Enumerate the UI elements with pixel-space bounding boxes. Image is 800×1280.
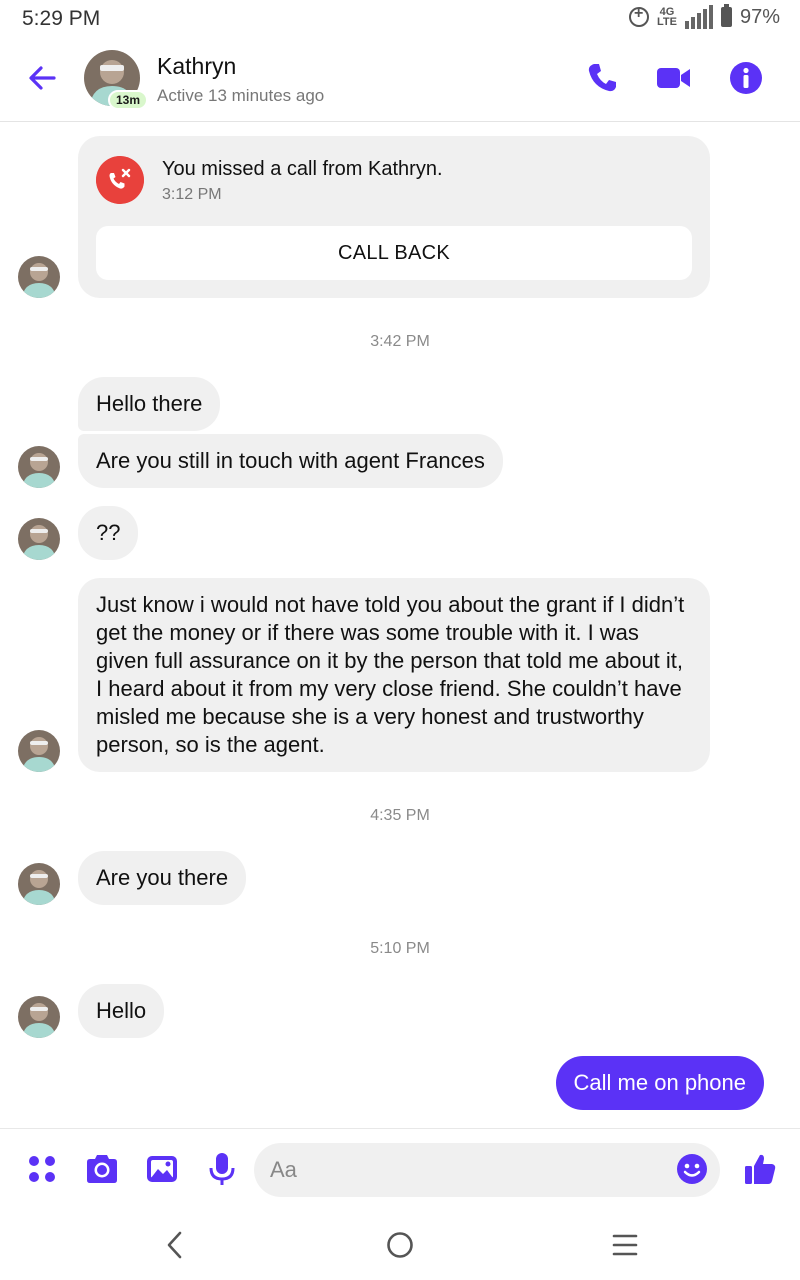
phone-call-icon[interactable]	[584, 60, 620, 96]
missed-call-card: You missed a call from Kathryn. 3:12 PM …	[78, 136, 710, 298]
sent-message-bubble[interactable]: Call me on phone	[555, 1056, 764, 1110]
message-bubble[interactable]: Hello	[78, 984, 165, 1038]
missed-call-text: You missed a call from Kathryn.	[162, 158, 443, 180]
back-arrow-icon[interactable]	[24, 60, 60, 96]
message-bubble[interactable]: Just know i would not have told you abou…	[78, 578, 710, 772]
message-input[interactable]	[254, 1143, 720, 1197]
missed-call-time: 3:12 PM	[162, 186, 222, 203]
contact-avatar-small[interactable]	[18, 446, 60, 488]
signal-icon	[684, 5, 713, 29]
message-bubble[interactable]: Are you there	[78, 851, 247, 905]
contact-avatar-small[interactable]	[18, 518, 60, 560]
message-bubble[interactable]: ??	[78, 506, 139, 560]
message-composer	[0, 1128, 800, 1210]
contact-avatar-small[interactable]	[18, 996, 60, 1038]
message-bubble[interactable]: Are you still in touch with agent France…	[78, 434, 503, 488]
contact-name[interactable]: Kathryn	[157, 53, 236, 80]
conversation-header: 13m Kathryn Active 13 minutes ago	[0, 38, 800, 122]
system-navigation-bar	[0, 1210, 800, 1280]
thumbs-up-icon[interactable]	[742, 1151, 778, 1187]
more-actions-icon[interactable]	[24, 1151, 60, 1187]
gallery-icon[interactable]	[144, 1151, 180, 1187]
contact-avatar-small[interactable]	[18, 863, 60, 905]
active-status: Active 13 minutes ago	[157, 86, 325, 105]
info-icon[interactable]	[728, 60, 764, 96]
nav-home-icon[interactable]	[380, 1228, 420, 1262]
status-bar: 5:29 PM 4GLTE 97%	[0, 0, 800, 38]
microphone-icon[interactable]	[204, 1151, 240, 1187]
timestamp: 4:35 PM	[370, 807, 430, 824]
battery-level: 97%	[739, 5, 780, 28]
message-bubble[interactable]: Hello there	[78, 377, 221, 431]
contact-avatar-small[interactable]	[18, 730, 60, 772]
network-type-icon: 4G LTE	[657, 6, 677, 28]
emoji-icon[interactable]	[676, 1153, 708, 1185]
video-call-icon[interactable]	[656, 60, 692, 96]
battery-icon	[720, 4, 732, 27]
contact-avatar-small[interactable]	[18, 256, 60, 298]
nav-back-icon[interactable]	[155, 1228, 195, 1262]
data-saver-icon	[629, 5, 649, 27]
camera-icon[interactable]	[84, 1151, 120, 1187]
nav-recents-icon[interactable]	[605, 1228, 645, 1262]
active-time-badge: 13m	[108, 90, 149, 110]
timestamp: 5:10 PM	[370, 940, 430, 957]
call-back-button[interactable]: CALL BACK	[96, 226, 692, 280]
clock: 5:29 PM	[22, 7, 101, 30]
timestamp: 3:42 PM	[370, 333, 430, 350]
missed-call-icon	[96, 156, 144, 204]
